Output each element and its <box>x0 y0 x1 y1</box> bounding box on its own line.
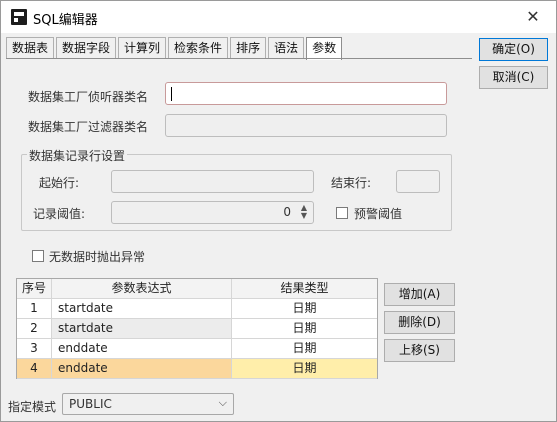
tab-bar: 数据表 数据字段 计算列 检索条件 排序 语法 参数 <box>6 37 344 60</box>
table-row[interactable]: 1 startdate 日期 <box>17 299 377 319</box>
row-expression[interactable]: enddate <box>52 359 232 379</box>
app-icon <box>11 9 27 25</box>
warn-threshold-checkbox[interactable] <box>336 207 348 219</box>
col-header-type[interactable]: 结果类型 <box>232 279 377 299</box>
add-param-button[interactable]: 增加(A) <box>384 283 455 306</box>
start-row-label: 起始行: <box>39 176 80 190</box>
end-row-label: 结束行: <box>331 176 372 190</box>
row-index: 1 <box>17 299 52 319</box>
filter-class-label: 数据集工厂过滤器类名 <box>28 120 149 134</box>
row-type[interactable]: 日期 <box>232 359 377 379</box>
schema-value: PUBLIC <box>69 397 112 411</box>
end-row-input[interactable] <box>396 170 440 193</box>
params-table: 序号 参数表达式 结果类型 1 startdate 日期 2 startdate… <box>16 278 378 379</box>
row-type[interactable]: 日期 <box>232 339 377 359</box>
tab-computed-columns[interactable]: 计算列 <box>118 37 167 59</box>
row-type[interactable]: 日期 <box>232 319 377 339</box>
ok-button[interactable]: 确定(O) <box>479 38 548 61</box>
table-row[interactable]: 2 startdate 日期 <box>17 319 377 339</box>
row-index: 2 <box>17 319 52 339</box>
row-index: 3 <box>17 339 52 359</box>
row-expression[interactable]: enddate <box>52 339 232 359</box>
tab-data-fields[interactable]: 数据字段 <box>56 37 117 59</box>
tab-sort[interactable]: 排序 <box>230 37 267 59</box>
schema-label: 指定模式 <box>8 400 57 414</box>
col-header-index[interactable]: 序号 <box>17 279 52 299</box>
sql-editor-window: SQL编辑器 ✕ 数据表 数据字段 计算列 检索条件 排序 语法 参数 确定(O… <box>0 0 557 422</box>
chevron-down-icon: ⌵ <box>218 396 227 409</box>
threshold-value: 0 <box>283 205 291 219</box>
table-row[interactable]: 3 enddate 日期 <box>17 339 377 359</box>
row-type[interactable]: 日期 <box>232 299 377 319</box>
filter-class-input[interactable] <box>165 114 447 137</box>
close-icon[interactable]: ✕ <box>510 1 556 33</box>
tab-divider <box>6 58 472 59</box>
tab-parameters[interactable]: 参数 <box>306 37 343 60</box>
tab-syntax[interactable]: 语法 <box>268 37 305 59</box>
row-expression[interactable]: startdate <box>52 319 232 339</box>
listener-class-input[interactable] <box>165 82 447 105</box>
delete-param-button[interactable]: 删除(D) <box>384 311 455 334</box>
title-bar: SQL编辑器 ✕ <box>1 1 556 33</box>
tab-data-table[interactable]: 数据表 <box>6 37 55 59</box>
spinner-arrows-icon[interactable]: ▲ ▼ <box>298 204 310 221</box>
schema-select[interactable]: PUBLIC ⌵ <box>62 393 234 415</box>
threshold-label: 记录阈值: <box>33 207 86 221</box>
threshold-spinner[interactable]: 0 ▲ ▼ <box>111 201 314 224</box>
window-title: SQL编辑器 <box>33 13 98 28</box>
tab-search-conditions[interactable]: 检索条件 <box>168 37 229 59</box>
col-header-expression[interactable]: 参数表达式 <box>52 279 232 299</box>
warn-threshold-label: 预警阈值 <box>354 207 403 221</box>
listener-class-label: 数据集工厂侦听器类名 <box>28 90 149 104</box>
record-settings-title: 数据集记录行设置 <box>27 147 128 164</box>
cancel-button[interactable]: 取消(C) <box>479 66 548 89</box>
no-data-exception-checkbox[interactable] <box>32 250 44 262</box>
text-caret <box>171 87 172 101</box>
table-header-row: 序号 参数表达式 结果类型 <box>17 279 377 299</box>
no-data-exception-label: 无数据时抛出异常 <box>49 250 146 264</box>
table-row-selected[interactable]: 4 enddate 日期 <box>17 359 377 379</box>
row-index: 4 <box>17 359 52 379</box>
row-expression[interactable]: startdate <box>52 299 232 319</box>
move-up-button[interactable]: 上移(S) <box>384 339 455 362</box>
start-row-input[interactable] <box>111 170 314 193</box>
